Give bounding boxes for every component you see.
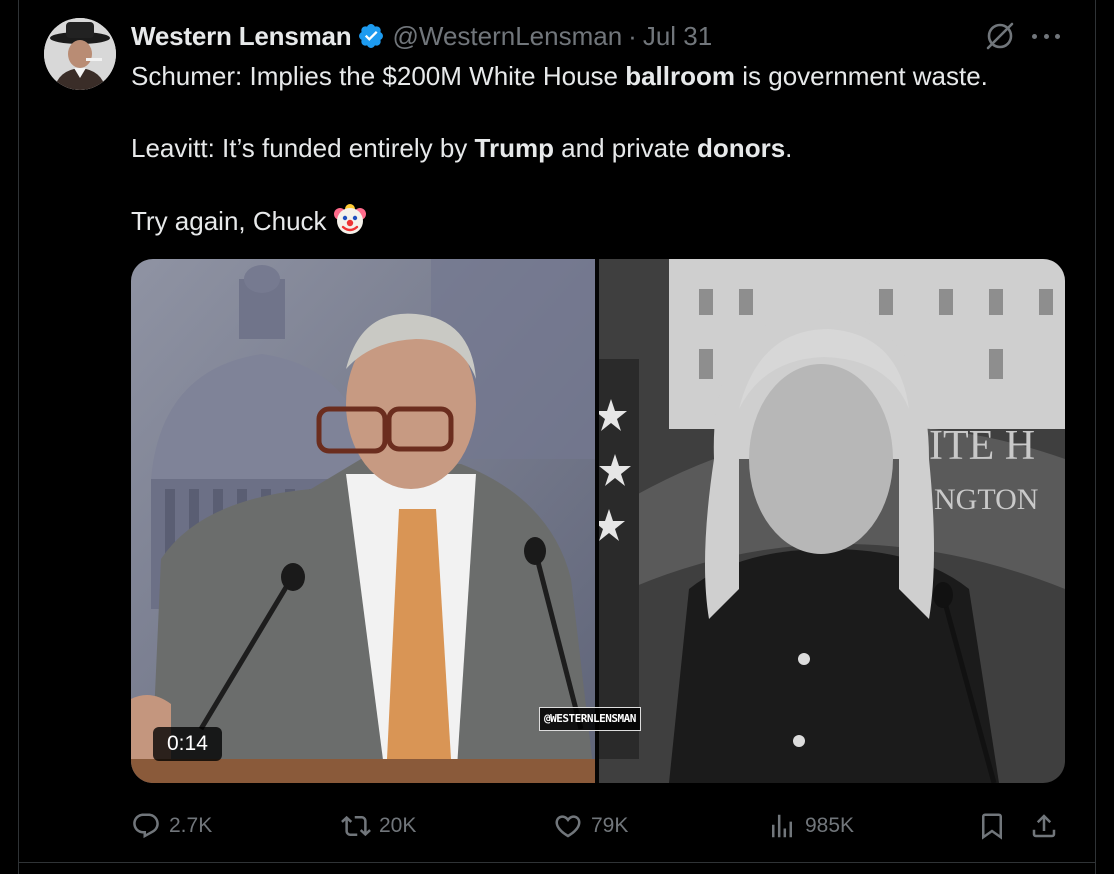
svg-text:NGTON: NGTON (934, 483, 1038, 516)
views-icon (772, 814, 792, 838)
action-bar: 2.7K 20K 79K 985K (131, 806, 1071, 846)
like-button[interactable]: 79K (553, 806, 628, 846)
like-count: 79K (591, 814, 629, 837)
retweet-count: 20K (379, 814, 417, 837)
share-button[interactable] (1029, 806, 1067, 846)
video-frame-left (131, 259, 595, 783)
tweet-header: Western Lensman @WesternLensman · Jul 31 (131, 20, 712, 52)
video-player[interactable]: ITE H NGTON 0:14 @WESTERNLENSMAN (131, 259, 1065, 783)
like-icon (555, 815, 581, 838)
views-count: 985K (805, 814, 855, 837)
bookmark-icon (982, 813, 1002, 840)
separator-dot: · (628, 20, 637, 51)
tweet-line-2: Leavitt: It’s funded entirely by Trump a… (131, 133, 793, 163)
tweet-line-3: Try again, Chuck (131, 202, 1071, 238)
grok-icon[interactable] (982, 18, 1018, 54)
reply-button[interactable]: 2.7K (131, 806, 212, 846)
avatar-image (44, 18, 116, 90)
retweet-icon (341, 815, 371, 837)
share-icon (1032, 814, 1056, 838)
display-name[interactable]: Western Lensman (131, 21, 352, 52)
views-button[interactable]: 985K (767, 806, 854, 846)
tweet-line-1: Schumer: Implies the $200M White House b… (131, 61, 988, 91)
verified-badge-icon[interactable] (357, 22, 385, 50)
more-icon[interactable] (1030, 22, 1062, 50)
reply-icon (133, 813, 159, 839)
retweet-button[interactable]: 20K (341, 806, 416, 846)
avatar[interactable] (44, 18, 116, 90)
video-duration: 0:14 (153, 727, 222, 761)
tweet-text: Schumer: Implies the $200M White House b… (131, 58, 1071, 238)
svg-text:ITE H: ITE H (929, 423, 1035, 469)
divider (18, 862, 1096, 863)
handle[interactable]: @WesternLensman (392, 21, 622, 52)
video-watermark: @WESTERNLENSMAN (539, 707, 641, 731)
timestamp[interactable]: Jul 31 (643, 21, 712, 52)
reply-count: 2.7K (169, 814, 213, 837)
video-frame-right: ITE H NGTON (593, 259, 1065, 783)
clown-face-icon (333, 202, 367, 236)
bookmark-button[interactable] (977, 806, 1015, 846)
